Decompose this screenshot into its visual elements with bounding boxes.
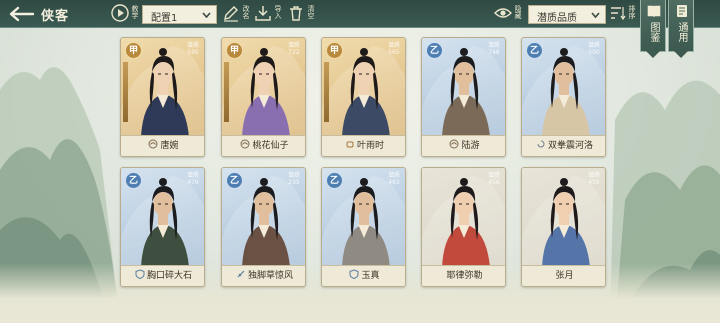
lotus-icon [148,139,158,149]
character-name: 张月 [555,271,574,281]
shield-icon [349,269,359,279]
tab-codex-label: 图鉴 [648,22,659,42]
character-name: 耶律弥勒 [446,271,483,281]
grade-badge: 乙 [226,172,243,189]
tab-general-label: 通用 [676,22,687,42]
chevron-down-icon [202,12,211,19]
character-name: 独脚草惊风 [247,271,293,281]
grade-badge: 乙 [426,42,443,59]
rarity-ribbon [324,62,329,122]
character-name: 玉真 [361,271,380,281]
character-card[interactable]: 乙 潜质 463 玉真 [321,167,406,287]
character-namebar: 独脚草惊风 [222,265,305,286]
character-name: 陆游 [461,141,480,151]
potential-stat: 潜质 235 [288,172,301,186]
clear-label: 清空 [307,5,315,19]
config-select[interactable]: 配置1 [142,5,217,24]
config-select-value: 配置1 [151,13,178,24]
potential-stat: 潜质 565 [388,42,401,56]
scroll-icon [677,5,687,17]
potential-stat: 潜质 455 [588,172,601,186]
character-card[interactable]: 甲 潜质 722 桃花仙子 [221,37,306,157]
character-namebar: 陆游 [422,135,505,156]
character-name: 胸口碎大石 [146,271,192,281]
rename-label: 改名 [242,5,250,19]
eye-icon [494,8,512,18]
grade-badge: 乙 [125,172,142,189]
character-card[interactable]: 甲 潜质 565 叶雨时 [321,37,406,157]
potential-stat: 潜质 463 [388,172,401,186]
toggle-view-label: 隐藏 [514,5,522,19]
sword-icon [237,270,245,278]
character-namebar: 唐婉 [121,135,204,156]
pencil-icon [224,6,238,22]
sort-icon [611,7,626,21]
toggle-view-button[interactable]: 隐藏 [493,2,523,26]
fist-icon [346,141,354,148]
lotus-icon [449,139,459,149]
trash-icon [290,6,302,21]
swirl-icon [537,140,545,148]
tutorial-button[interactable]: 教学 [110,2,142,26]
back-button[interactable] [6,4,36,24]
sort-select-value: 潜质品质 [537,13,577,24]
tutorial-label: 教学 [131,5,139,19]
tab-general[interactable]: 通用 [668,0,694,58]
character-name: 唐婉 [160,141,179,151]
character-namebar: 桃花仙子 [222,135,305,156]
top-bar: 侠客 教学 配置1 改名 导入 清空 隐藏 潜质品质 排序 [0,0,720,28]
potential-stat: 潜质 722 [288,42,301,56]
play-circle-icon [111,4,129,22]
potential-stat: 潜质 500 [588,42,601,56]
chevron-down-icon [591,12,600,19]
grade-badge: 甲 [125,42,142,59]
sort-select[interactable]: 潜质品质 [528,5,606,24]
grade-badge: 甲 [226,42,243,59]
book-icon [647,5,661,18]
import-button[interactable]: 导入 [253,2,283,26]
character-namebar: 玉真 [322,265,405,286]
character-namebar: 叶雨时 [322,135,405,156]
potential-stat: 潜质 456 [488,172,501,186]
character-name: 桃花仙子 [252,141,289,151]
character-card[interactable]: 潜质 455 张月 [521,167,606,287]
sort-order-button[interactable]: 排序 [607,2,637,26]
character-namebar: 张月 [522,265,605,286]
sort-order-label: 排序 [628,5,636,19]
rename-button[interactable]: 改名 [221,2,251,26]
lotus-icon [240,139,250,149]
page-title: 侠客 [41,9,70,24]
character-namebar: 耶律弥勒 [422,265,505,286]
grade-badge: 乙 [526,42,543,59]
clear-button[interactable]: 清空 [286,2,316,26]
character-card[interactable]: 乙 潜质 479 胸口碎大石 [120,167,205,287]
potential-stat: 潜质 746 [488,42,501,56]
character-name: 叶雨时 [356,141,384,151]
character-card[interactable]: 乙 潜质 746 陆游 [421,37,506,157]
rarity-ribbon [123,62,128,122]
rarity-ribbon [224,62,229,122]
download-icon [255,6,271,21]
grade-badge: 甲 [326,42,343,59]
character-card[interactable]: 潜质 456 耶律弥勒 [421,167,506,287]
character-name: 双拳震河洛 [547,141,593,151]
tab-codex[interactable]: 图鉴 [640,0,666,58]
shield-icon [135,269,145,279]
character-card[interactable]: 乙 潜质 500 双拳震河洛 [521,37,606,157]
character-namebar: 胸口碎大石 [121,265,204,286]
grade-badge: 乙 [326,172,343,189]
potential-stat: 潜质 479 [187,172,200,186]
character-namebar: 双拳震河洛 [522,135,605,156]
character-card[interactable]: 甲 潜质 595 唐婉 [120,37,205,157]
potential-stat: 潜质 595 [187,42,200,56]
character-card[interactable]: 乙 潜质 235 独脚草惊风 [221,167,306,287]
import-label: 导入 [274,5,282,19]
arrow-left-icon [9,6,35,22]
